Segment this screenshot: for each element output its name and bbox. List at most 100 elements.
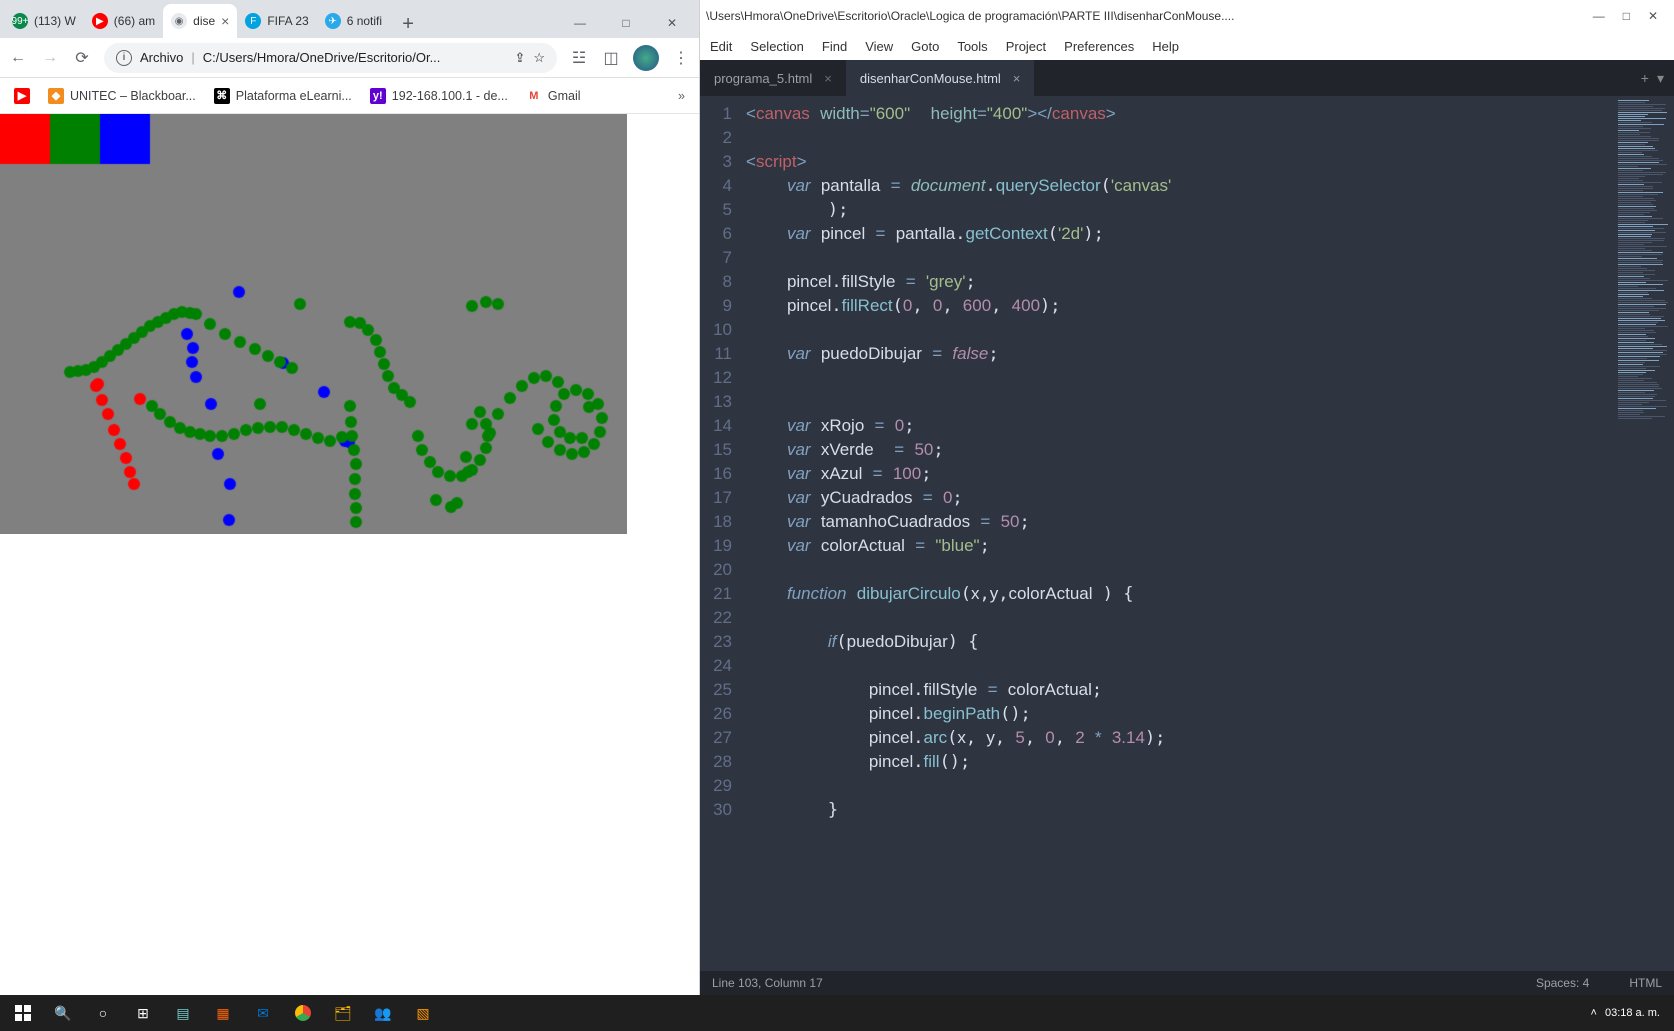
bookmark-item[interactable]: y! 192-168.100.1 - de... — [370, 88, 508, 104]
bookmark-item[interactable]: ⌘ Plataforma eLearni... — [214, 88, 352, 104]
tray-chevron-icon[interactable]: ˄ — [1591, 1007, 1597, 1019]
windows-taskbar: 🔍 ○ ⊞ ▤ ▦ ✉ 🗂 👥 ▧ ˄ 03:18 a. m. — [0, 995, 1674, 1031]
close-tab-icon[interactable]: × — [1013, 71, 1021, 86]
editor-tab-label: disenharConMouse.html — [860, 71, 1001, 86]
site-info-icon[interactable]: i — [116, 50, 132, 66]
chrome-tabstrip: 99+ (113) W ▶ (66) am ◉ dise × F FIFA 23 ✈ 6 notif… — [0, 0, 699, 38]
bookmark-favicon: ⌘ — [214, 88, 230, 104]
tab-label: (66) am — [114, 14, 155, 28]
code-area[interactable]: <canvas width="600" height="400"></canva… — [740, 96, 1614, 971]
drawing-canvas[interactable] — [0, 114, 627, 534]
tab-label: 6 notifi — [347, 14, 382, 28]
sublime-taskbar-icon[interactable]: ▧ — [406, 998, 440, 1028]
bookmark-favicon: ▶ — [14, 88, 30, 104]
task-view-icon[interactable]: ⊞ — [126, 998, 160, 1028]
tab-favicon: ✈ — [325, 13, 341, 29]
close-window-button[interactable]: ✕ — [649, 8, 695, 38]
omnibox-url: C:/Users/Hmora/OneDrive/Escritorio/Or... — [203, 50, 507, 65]
bookmark-item[interactable]: ◆ UNITEC – Blackboar... — [48, 88, 196, 104]
bookmark-favicon: y! — [370, 88, 386, 104]
bookmark-favicon: ◆ — [48, 88, 64, 104]
status-syntax[interactable]: HTML — [1629, 976, 1662, 990]
editor-minimize-button[interactable]: — — [1593, 9, 1605, 23]
chrome-window: 99+ (113) W ▶ (66) am ◉ dise × F FIFA 23 ✈ 6 notif… — [0, 0, 700, 995]
forward-button[interactable]: → — [40, 48, 60, 68]
minimap[interactable] — [1614, 96, 1674, 971]
close-tab-icon[interactable]: × — [824, 71, 832, 86]
tab-favicon: F — [245, 13, 261, 29]
browser-tab[interactable]: ✈ 6 notifi — [317, 4, 390, 38]
menu-item[interactable]: Help — [1152, 39, 1179, 54]
editor-body: 1234567891011121314151617181920212223242… — [700, 96, 1674, 971]
editor-title-path: \Users\Hmora\OneDrive\Escritorio\Oracle\… — [706, 9, 1234, 23]
reload-button[interactable]: ⟳ — [72, 48, 92, 68]
bookmark-label: UNITEC – Blackboar... — [70, 89, 196, 103]
browser-tab[interactable]: F FIFA 23 — [237, 4, 316, 38]
menu-item[interactable]: Goto — [911, 39, 939, 54]
browser-tab[interactable]: ▶ (66) am — [84, 4, 163, 38]
new-tab-button[interactable]: + — [394, 10, 422, 38]
bookmarks-bar: ▶ ◆ UNITEC – Blackboar... ⌘ Plataforma eLear… — [0, 78, 699, 114]
chrome-toolbar: ← → ⟳ i Archivo | C:/Users/Hmora/OneDriv… — [0, 38, 699, 78]
bookmark-overflow-icon[interactable]: » — [678, 89, 685, 103]
address-bar[interactable]: i Archivo | C:/Users/Hmora/OneDrive/Escr… — [104, 43, 557, 73]
menu-item[interactable]: Tools — [957, 39, 987, 54]
microsoft-store-icon[interactable]: ▤ — [166, 998, 200, 1028]
bookmark-item[interactable]: M Gmail — [526, 88, 581, 104]
menu-item[interactable]: View — [865, 39, 893, 54]
minimize-button[interactable]: — — [557, 8, 603, 38]
clock[interactable]: 03:18 a. m. — [1605, 1007, 1660, 1019]
editor-statusbar: Line 103, Column 17 Spaces: 4 HTML — [700, 971, 1674, 995]
tab-favicon: ◉ — [171, 13, 187, 29]
browser-tab[interactable]: ◉ dise × — [163, 4, 237, 38]
side-panel-icon[interactable]: ◫ — [601, 48, 621, 68]
mail-icon[interactable]: ✉ — [246, 998, 280, 1028]
tab-favicon: ▶ — [92, 13, 108, 29]
status-indent[interactable]: Spaces: 4 — [1536, 976, 1589, 990]
new-view-button[interactable]: + — [1641, 70, 1649, 86]
profile-avatar[interactable] — [633, 45, 659, 71]
menu-item[interactable]: Project — [1006, 39, 1046, 54]
editor-tab[interactable]: programa_5.html × — [700, 60, 846, 96]
browser-tab[interactable]: 99+ (113) W — [4, 4, 84, 38]
editor-titlebar: \Users\Hmora\OneDrive\Escritorio\Oracle\… — [700, 0, 1674, 32]
tab-label: FIFA 23 — [267, 14, 308, 28]
start-button[interactable] — [6, 998, 40, 1028]
menu-item[interactable]: Find — [822, 39, 847, 54]
file-explorer-icon[interactable]: 🗂 — [326, 998, 360, 1028]
reading-list-icon[interactable]: ☳ — [569, 48, 589, 68]
tab-label: dise — [193, 14, 215, 28]
tab-label: (113) W — [34, 14, 76, 28]
back-button[interactable]: ← — [8, 48, 28, 68]
bookmark-label: 192-168.100.1 - de... — [392, 89, 508, 103]
menu-item[interactable]: Selection — [750, 39, 803, 54]
page-content — [0, 114, 699, 995]
editor-tab-label: programa_5.html — [714, 71, 812, 86]
bookmark-star-icon[interactable]: ☆ — [533, 50, 545, 66]
tab-dropdown-icon[interactable]: ▾ — [1657, 70, 1664, 87]
chrome-taskbar-icon[interactable] — [286, 998, 320, 1028]
menu-item[interactable]: Preferences — [1064, 39, 1134, 54]
omnibox-label: Archivo — [140, 50, 183, 65]
status-cursor[interactable]: Line 103, Column 17 — [712, 976, 823, 990]
share-icon[interactable]: ⇪ — [514, 50, 525, 66]
bookmark-item[interactable]: ▶ — [14, 88, 30, 104]
bookmark-label: Plataforma eLearni... — [236, 89, 352, 103]
app-icon[interactable]: ▦ — [206, 998, 240, 1028]
search-icon[interactable]: 🔍 — [46, 998, 80, 1028]
bookmark-label: Gmail — [548, 89, 581, 103]
tab-favicon: 99+ — [12, 13, 28, 29]
menu-item[interactable]: Edit — [710, 39, 732, 54]
editor-menubar[interactable]: Edit Selection Find View Goto Tools Project Pre… — [700, 32, 1674, 60]
maximize-button[interactable]: □ — [603, 8, 649, 38]
teams-icon[interactable]: 👥 — [366, 998, 400, 1028]
editor-maximize-button[interactable]: □ — [1623, 9, 1630, 23]
chrome-menu-button[interactable]: ⋮ — [671, 48, 691, 68]
editor-tabs: programa_5.html × disenharConMouse.html × +… — [700, 60, 1674, 96]
bookmark-favicon: M — [526, 88, 542, 104]
cortana-icon[interactable]: ○ — [86, 998, 120, 1028]
editor-tab[interactable]: disenharConMouse.html × — [846, 60, 1035, 96]
sublime-window: \Users\Hmora\OneDrive\Escritorio\Oracle\… — [700, 0, 1674, 995]
editor-close-button[interactable]: ✕ — [1648, 9, 1658, 23]
close-tab-icon[interactable]: × — [221, 13, 229, 29]
